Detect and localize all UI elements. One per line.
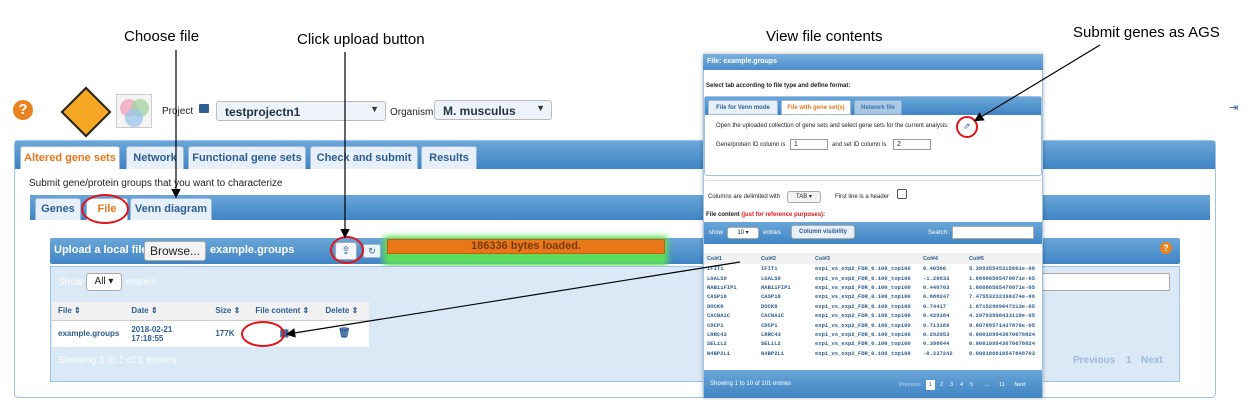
arrow-view-contents <box>285 261 741 338</box>
annotation-arrows <box>171 44 1101 338</box>
arrow-submit-genes <box>973 44 1101 122</box>
